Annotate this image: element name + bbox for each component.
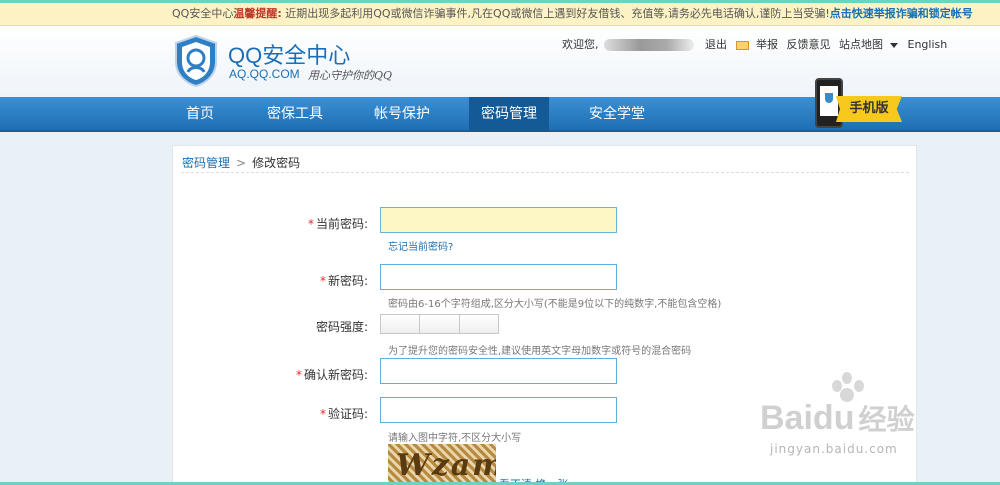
site-title: QQ安全中心	[228, 43, 351, 68]
logout-link[interactable]: 退出	[705, 38, 727, 51]
nav-password-management[interactable]: 密码管理	[469, 97, 549, 132]
watermark-url: jingyan.baidu.com	[770, 442, 898, 456]
english-link[interactable]: English	[908, 38, 948, 51]
nav-account-protection[interactable]: 帐号保护	[362, 97, 442, 132]
captcha-input[interactable]	[380, 397, 617, 423]
breadcrumb-separator: >	[236, 156, 247, 170]
welcome-text: 欢迎您,	[562, 38, 599, 51]
breadcrumb-current: 修改密码	[252, 156, 301, 170]
top-nav: 欢迎您, 退出 举报 反馈意见 站点地图 English	[562, 36, 952, 52]
forgot-password-link[interactable]: 忘记当前密码?	[388, 238, 453, 253]
nav-security-school[interactable]: 安全学堂	[577, 97, 657, 132]
divider	[181, 172, 909, 173]
watermark-brand: Baidu 经验	[760, 399, 915, 437]
site-slogan: 用心守护你的QQ	[308, 69, 393, 82]
mobile-version-button[interactable]: 手机版	[836, 96, 902, 122]
strength-hint: 为了提升您的密码安全性,建议使用英文字母加数字或符号的混合密码	[388, 346, 692, 357]
username-blurred	[603, 39, 694, 51]
chevron-down-icon[interactable]	[890, 42, 898, 48]
current-password-input[interactable]	[380, 207, 617, 233]
breadcrumb: 密码管理 > 修改密码	[182, 154, 300, 171]
new-password-input[interactable]	[380, 264, 617, 290]
captcha-label: * 验证码:	[319, 407, 368, 421]
site-header: QQ安全中心 AQ.QQ.COM 用心守护你的QQ 欢迎您, 退出 举报 反馈意…	[0, 26, 1000, 97]
shield-logo-icon[interactable]	[172, 34, 220, 88]
feedback-link[interactable]: 反馈意见	[787, 38, 831, 51]
notice-text: 近期出现多起利用QQ或微信诈骗事件,凡在QQ或微信上遇到好友借钱、充值等,请务必…	[285, 7, 830, 20]
report-link[interactable]: 举报	[756, 38, 778, 51]
nav-home[interactable]: 首页	[172, 97, 228, 132]
nav-security-tools[interactable]: 密保工具	[255, 97, 335, 132]
new-password-hint: 密码由6-16个字符组成,区分大小写(不能是9位以下的纯数字,不能包含空格)	[388, 299, 722, 310]
confirm-password-label: * 确认新密码:	[295, 368, 368, 382]
notice-warn: 温馨提醒:	[233, 7, 282, 20]
current-password-label: * 当前密码:	[307, 217, 368, 231]
breadcrumb-parent[interactable]: 密码管理	[182, 156, 230, 170]
password-strength-label: 密码强度:	[315, 320, 368, 334]
new-password-label: * 新密码:	[319, 274, 368, 288]
notice-prefix: QQ安全中心	[172, 7, 234, 20]
report-fraud-link[interactable]: 点击快速举报诈骗和锁定帐号	[830, 7, 973, 20]
baidu-watermark: Baidu 经验 jingyan.baidu.com	[760, 372, 980, 467]
captcha-hint: 请输入图中字符,不区分大小写	[388, 433, 522, 444]
notice-bar: QQ安全中心温馨提醒: 近期出现多起利用QQ或微信诈骗事件,凡在QQ或微信上遇到…	[0, 0, 1000, 26]
confirm-password-input[interactable]	[380, 358, 617, 384]
captcha-image[interactable]: Wzam	[388, 444, 496, 485]
mail-icon[interactable]	[735, 40, 749, 50]
site-domain: AQ.QQ.COM	[229, 67, 300, 81]
sitemap-link[interactable]: 站点地图	[839, 38, 883, 51]
password-strength-meter	[380, 314, 499, 334]
